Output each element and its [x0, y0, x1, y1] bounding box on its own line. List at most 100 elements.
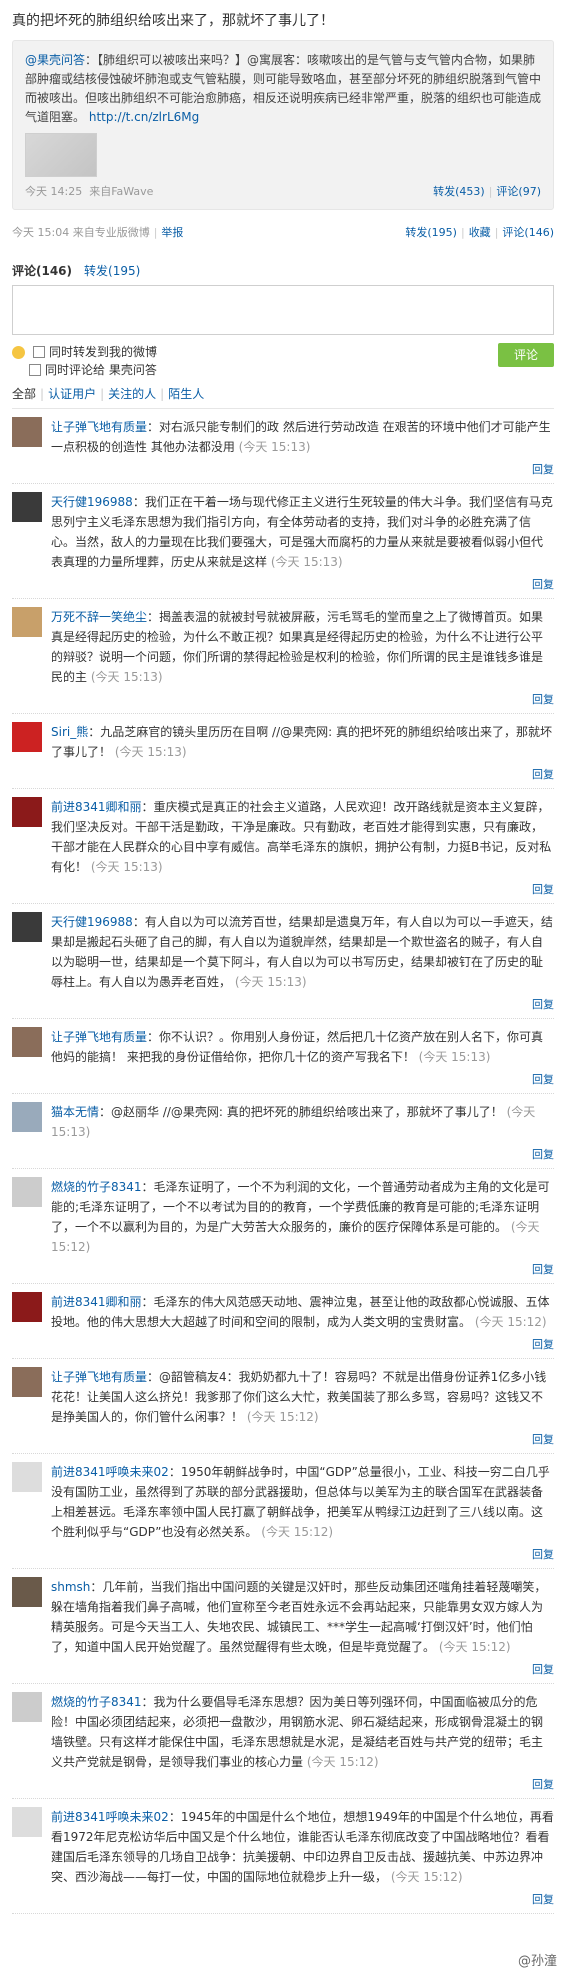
reply-link[interactable]: 回复 [51, 691, 554, 707]
avatar[interactable] [12, 1807, 42, 1837]
comment-user-link[interactable]: 让子弹飞地有质量 [51, 1370, 147, 1384]
comment-user-link[interactable]: Siri_熊 [51, 725, 88, 739]
comment-user-link[interactable]: 天行健196988 [51, 495, 133, 509]
comment-user-link[interactable]: 前进8341卿和丽 [51, 800, 142, 814]
reply-link[interactable]: 回复 [51, 1661, 554, 1677]
reply-link[interactable]: 回复 [51, 461, 554, 477]
repost-checkbox[interactable] [33, 346, 45, 358]
reply-link[interactable]: 回复 [51, 881, 554, 897]
comment-origin-checkbox[interactable] [29, 364, 41, 376]
comment-link[interactable]: 评论(146) [502, 226, 554, 239]
comment-text-block: Siri_熊：九品芝麻官的镜头里历历在目啊 //@果壳网: 真的把坏死的肺组织给… [51, 722, 554, 762]
comment-user-link[interactable]: 猫本无情 [51, 1105, 99, 1119]
reply-link[interactable]: 回复 [51, 1071, 554, 1087]
reply-link[interactable]: 回复 [51, 1776, 554, 1792]
comment-text-block: 天行健196988：有人自以为可以流芳百世，结果却是遗臭万年，有人自以为可以一手… [51, 912, 554, 992]
tab-repost[interactable]: 转发(195) [84, 262, 140, 279]
comment-time: (今天 15:12) [246, 1410, 319, 1424]
comment-time: (今天 15:13) [270, 555, 343, 569]
reply-link[interactable]: 回复 [51, 1336, 554, 1352]
comment-list: 让子弹飞地有质量：对右派只能专制们的政 然后进行劳动改造 在艰苦的环境中他们才可… [12, 409, 554, 1914]
avatar[interactable] [12, 1367, 42, 1397]
comment-item: 燃烧的竹子8341：我为什么要倡导毛泽东思想？因为美日等列强环伺，中国面临被瓜分… [12, 1684, 554, 1799]
forward-url-link[interactable]: http://t.cn/zlrL6Mg [89, 110, 199, 124]
reply-link[interactable]: 回复 [51, 1261, 554, 1277]
favorite-link[interactable]: 收藏 [469, 226, 491, 239]
reply-link[interactable]: 回复 [51, 1891, 554, 1907]
reply-link[interactable]: 回复 [51, 1431, 554, 1447]
avatar[interactable] [12, 912, 42, 942]
comment-user-link[interactable]: 前进8341卿和丽 [51, 1295, 142, 1309]
avatar[interactable] [12, 1102, 42, 1132]
comment-time: (今天 15:12) [438, 1640, 511, 1654]
filter-all[interactable]: 全部 [12, 387, 36, 401]
comment-item: shmsh：几年前，当我们指出中国问题的关键是汉奸时，那些反动集团还嗤角挂着轻蔑… [12, 1569, 554, 1684]
comment-item: 让子弹飞地有质量：对右派只能专制们的政 然后进行劳动改造 在艰苦的环境中他们才可… [12, 409, 554, 484]
comment-item: 前进8341卿和丽：重庆模式是真正的社会主义道路，人民欢迎！改开路线就是资本主义… [12, 789, 554, 904]
avatar[interactable] [12, 1577, 42, 1607]
comment-user-link[interactable]: shmsh [51, 1580, 90, 1594]
comment-item: 前进8341呼唤未来02：1950年朝鲜战争时，中国“GDP”总量很小，工业、科… [12, 1454, 554, 1569]
filter-strangers[interactable]: 陌生人 [168, 387, 204, 401]
avatar[interactable] [12, 1177, 42, 1207]
comment-user-link[interactable]: 天行健196988 [51, 915, 133, 929]
avatar[interactable] [12, 1692, 42, 1722]
comment-body: 燃烧的竹子8341：我为什么要倡导毛泽东思想？因为美日等列强环伺，中国面临被瓜分… [51, 1692, 554, 1792]
repost-link[interactable]: 转发(195) [405, 226, 457, 239]
comment-body: 前进8341呼唤未来02：1950年朝鲜战争时，中国“GDP”总量很小，工业、科… [51, 1462, 554, 1562]
comment-item: 让子弹飞地有质量：你不认识？。你用别人身份证，然后把几十亿资产放在别人名下，你可… [12, 1019, 554, 1094]
avatar[interactable] [12, 1292, 42, 1322]
comment-time: (今天 15:12) [390, 1870, 463, 1884]
reply-link[interactable]: 回复 [51, 1146, 554, 1162]
weibo-post: 真的把坏死的肺组织给咳出来了，那就坏了事儿了！ @果壳问答：【肺组织可以被咳出来… [12, 10, 554, 1914]
reply-link[interactable]: 回复 [51, 576, 554, 592]
reply-link[interactable]: 回复 [51, 996, 554, 1012]
tab-comment[interactable]: 评论(146) [12, 262, 72, 279]
comment-text-block: 前进8341卿和丽：毛泽东的伟大风范感天动地、震神泣鬼，甚至让他的政敌都心悦诚服… [51, 1292, 554, 1332]
reply-link[interactable]: 回复 [51, 766, 554, 782]
forward-author-link[interactable]: @果壳问答 [25, 53, 85, 67]
comment-time: (今天 15:12) [261, 1525, 334, 1539]
comment-user-link[interactable]: 前进8341呼唤未来02 [51, 1810, 169, 1824]
avatar[interactable] [12, 417, 42, 447]
emoji-icon[interactable] [12, 345, 25, 359]
comment-user-link[interactable]: 万死不辞一笑绝尘 [51, 610, 147, 624]
report-link[interactable]: 举报 [161, 226, 183, 239]
comment-item: 天行健196988：有人自以为可以流芳百世，结果却是遗臭万年，有人自以为可以一手… [12, 904, 554, 1019]
comment-input[interactable] [12, 285, 554, 335]
comment-text-block: 天行健196988：我们正在干着一场与现代修正主义进行生死较量的伟大斗争。我们坚… [51, 492, 554, 572]
forward-meta: 今天 14:25 来自FaWave 转发(453) | 评论(97) [25, 185, 541, 198]
comment-user-link[interactable]: 让子弹飞地有质量 [51, 420, 147, 434]
comment-item: 万死不辞一笑绝尘：揭盖表温的就被封号就被屏蔽，污毛骂毛的堂而皇之上了微博首页。如… [12, 599, 554, 714]
comment-item: 让子弹飞地有质量：@韶管稿友4：我奶奶都九十了！容易吗？不就是出借身份证养1亿多… [12, 1359, 554, 1454]
comment-user-link[interactable]: 让子弹飞地有质量 [51, 1030, 147, 1044]
comment-user-link[interactable]: 前进8341呼唤未来02 [51, 1465, 169, 1479]
post-meta: 今天 15:04 来自专业版微博 | 举报 转发(195) | 收藏 | 评论(146) [12, 226, 554, 239]
avatar[interactable] [12, 722, 42, 752]
forward-repost-link[interactable]: 转发(453) [433, 185, 485, 198]
comment-body: 万死不辞一笑绝尘：揭盖表温的就被封号就被屏蔽，污毛骂毛的堂而皇之上了微博首页。如… [51, 607, 554, 707]
avatar[interactable] [12, 492, 42, 522]
avatar[interactable] [12, 1027, 42, 1057]
forward-time[interactable]: 今天 14:25 [25, 185, 82, 198]
comment-item: 燃烧的竹子8341：毛泽东证明了，一个不为利润的文化，一个普通劳动者成为主角的文… [12, 1169, 554, 1284]
reply-link[interactable]: 回复 [51, 1546, 554, 1562]
submit-comment-button[interactable]: 评论 [498, 343, 554, 367]
comment-user-link[interactable]: 燃烧的竹子8341 [51, 1180, 142, 1194]
comment-user-link[interactable]: 燃烧的竹子8341 [51, 1695, 142, 1709]
filter-following[interactable]: 关注的人 [108, 387, 156, 401]
comment-text-block: 让子弹飞地有质量：@韶管稿友4：我奶奶都九十了！容易吗？不就是出借身份证养1亿多… [51, 1367, 554, 1427]
avatar[interactable] [12, 1462, 42, 1492]
comment-origin-label: 同时评论给 果壳问答 [45, 363, 157, 377]
avatar[interactable] [12, 607, 42, 637]
forward-comment-link[interactable]: 评论(97) [496, 185, 541, 198]
post-text: 真的把坏死的肺组织给咳出来了，那就坏了事儿了！ [12, 13, 334, 29]
avatar[interactable] [12, 797, 42, 827]
filter-verified[interactable]: 认证用户 [48, 387, 96, 401]
forward-thumbnail[interactable] [25, 133, 97, 177]
comment-text-block: 前进8341呼唤未来02：1945年的中国是什么个地位，想想1949年的中国是个… [51, 1807, 554, 1887]
comment-options: 同时转发到我的微博 同时评论给 果壳问答 评论 [12, 343, 554, 379]
comment-body: 让子弹飞地有质量：对右派只能专制们的政 然后进行劳动改造 在艰苦的环境中他们才可… [51, 417, 554, 477]
comment-text-block: 猫本无情：@赵丽华 //@果壳网: 真的把坏死的肺组织给咳出来了，那就坏了事儿了… [51, 1102, 554, 1142]
post-time-source: 今天 15:04 来自专业版微博 [12, 226, 150, 239]
